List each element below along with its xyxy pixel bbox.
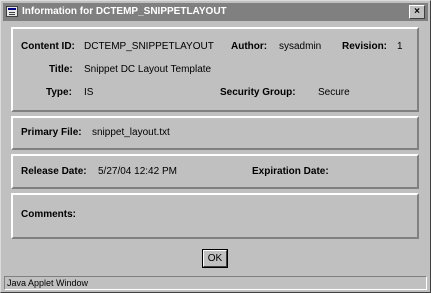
security-group-label: Security Group: xyxy=(220,87,296,98)
status-bar: Java Applet Window xyxy=(4,276,427,290)
close-icon: × xyxy=(414,6,420,17)
title-value: Snippet DC Layout Template xyxy=(84,64,212,75)
release-date-label: Release Date: xyxy=(21,166,87,177)
comments-panel: Comments: xyxy=(11,193,419,239)
primary-file-panel: Primary File: snippet_layout.txt xyxy=(11,116,419,150)
primary-file-label: Primary File: xyxy=(21,127,82,138)
author-value: sysadmin xyxy=(279,41,322,52)
revision-value: 1 xyxy=(397,41,403,52)
dialog-window: Information for DCTEMP_SNIPPETLAYOUT × C… xyxy=(0,0,431,293)
type-value: IS xyxy=(84,87,94,98)
ok-button[interactable]: OK xyxy=(202,249,228,268)
content-id-value: DCTEMP_SNIPPETLAYOUT xyxy=(84,41,214,52)
dates-panel: Release Date: 5/27/04 12:42 PM Expiratio… xyxy=(11,154,419,189)
title-label: Title: xyxy=(49,64,73,75)
content-id-label: Content ID: xyxy=(21,41,75,52)
close-button[interactable]: × xyxy=(409,5,425,19)
title-bar[interactable]: Information for DCTEMP_SNIPPETLAYOUT × xyxy=(3,3,428,21)
revision-label: Revision: xyxy=(342,41,388,52)
primary-file-value: snippet_layout.txt xyxy=(92,127,170,138)
release-date-value: 5/27/04 12:42 PM xyxy=(98,166,177,177)
comments-label: Comments: xyxy=(21,209,77,220)
window-icon xyxy=(6,6,18,17)
expiration-date-label: Expiration Date: xyxy=(252,166,329,177)
metadata-panel: Content ID: DCTEMP_SNIPPETLAYOUT Author:… xyxy=(11,27,419,112)
security-group-value: Secure xyxy=(318,87,350,98)
status-text: Java Applet Window xyxy=(7,278,89,288)
window-title: Information for DCTEMP_SNIPPETLAYOUT xyxy=(22,6,227,17)
type-label: Type: xyxy=(46,87,72,98)
author-label: Author: xyxy=(231,41,268,52)
